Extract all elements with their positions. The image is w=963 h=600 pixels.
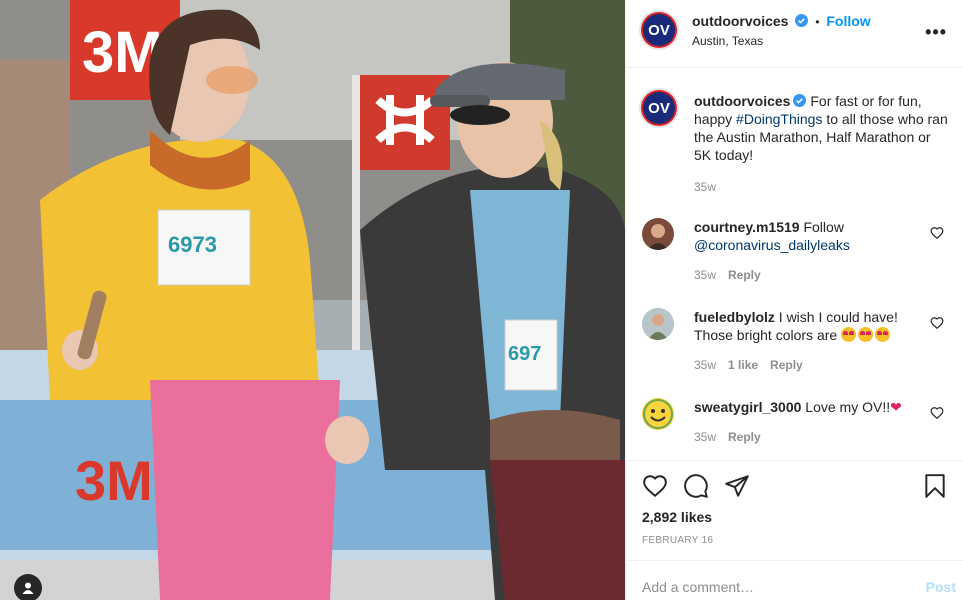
avatar-logo: OV bbox=[643, 14, 675, 46]
verified-badge-icon bbox=[793, 94, 807, 107]
author-avatar[interactable]: OV bbox=[639, 10, 679, 50]
comment-body: Follow bbox=[803, 219, 844, 235]
more-options-button[interactable]: ••• bbox=[925, 22, 947, 43]
heart-eyes-emoji-icon bbox=[875, 327, 891, 342]
comment-time[interactable]: 35w bbox=[694, 430, 716, 444]
comment-username[interactable]: sweatygirl_3000 bbox=[694, 399, 801, 415]
add-comment-bar: Add a comment… Post bbox=[626, 560, 963, 600]
comment-likes[interactable]: 1 like bbox=[728, 358, 758, 372]
bookmark-icon[interactable] bbox=[922, 473, 948, 499]
post-header: OV outdoorvoices • Follow Austin, Texas … bbox=[626, 0, 963, 68]
comment-like-heart-icon[interactable] bbox=[930, 226, 944, 240]
post-location[interactable]: Austin, Texas bbox=[692, 34, 763, 48]
hashtag-link[interactable]: #DoingThings bbox=[736, 111, 822, 127]
likes-count[interactable]: 2,892 likes bbox=[642, 509, 712, 525]
comment-row: courtney.m1519 Follow @coronavirus_daily… bbox=[626, 216, 963, 286]
comments-section[interactable]: OV outdoorvoices For fast or for fun, ha… bbox=[626, 68, 963, 460]
caption-row: OV outdoorvoices For fast or for fun, ha… bbox=[626, 84, 963, 204]
person-icon bbox=[22, 582, 34, 594]
red-heart-emoji-icon: ❤ bbox=[890, 399, 902, 415]
sponsor-banner-bottom: 3M bbox=[75, 449, 153, 512]
caption-username[interactable]: outdoorvoices bbox=[694, 93, 790, 109]
heart-eyes-emoji-icon bbox=[841, 327, 857, 342]
caption-avatar-logo: OV bbox=[643, 92, 675, 124]
post-comment-button[interactable]: Post bbox=[926, 579, 956, 595]
author-username[interactable]: outdoorvoices bbox=[692, 13, 788, 29]
commenter-avatar[interactable] bbox=[642, 398, 674, 430]
tag-people-button[interactable] bbox=[14, 574, 42, 600]
heart-eyes-emoji-icon bbox=[858, 327, 874, 342]
comment-time[interactable]: 35w bbox=[694, 268, 716, 282]
comment-icon[interactable] bbox=[683, 473, 709, 499]
verified-badge-icon bbox=[795, 14, 809, 27]
reply-button[interactable]: Reply bbox=[728, 430, 761, 444]
comment-like-heart-icon[interactable] bbox=[930, 316, 944, 330]
comment-row: sweatygirl_3000 Love my OV!!❤ 35w Reply bbox=[626, 396, 963, 460]
reply-button[interactable]: Reply bbox=[728, 268, 761, 282]
heart-icon[interactable] bbox=[642, 473, 668, 499]
commenter-avatar[interactable] bbox=[642, 218, 674, 250]
comment-text: sweatygirl_3000 Love my OV!!❤ bbox=[694, 398, 924, 416]
caption-avatar[interactable]: OV bbox=[639, 88, 679, 128]
comment-like-heart-icon[interactable] bbox=[930, 406, 944, 420]
reply-button[interactable]: Reply bbox=[770, 358, 803, 372]
post-photo[interactable]: 3M 3M 6973 697 bbox=[0, 0, 625, 600]
separator-dot: • bbox=[815, 15, 820, 29]
header-author-line: outdoorvoices • Follow bbox=[692, 13, 871, 29]
comment-body: Love my OV!! bbox=[805, 399, 891, 415]
comment-time[interactable]: 35w bbox=[694, 358, 716, 372]
mention-link[interactable]: @coronavirus_dailyleaks bbox=[694, 237, 850, 253]
comment-meta: 35w Reply bbox=[694, 268, 773, 282]
comment-row: fueledbylolz I wish I could have! Those … bbox=[626, 306, 963, 376]
add-comment-input[interactable]: Add a comment… bbox=[642, 579, 754, 595]
caption-time[interactable]: 35w bbox=[694, 180, 716, 194]
post-actions: 2,892 likes FEBRUARY 16 bbox=[626, 460, 963, 560]
post-side-panel: OV outdoorvoices • Follow Austin, Texas … bbox=[625, 0, 963, 600]
bib-left: 6973 bbox=[168, 232, 217, 257]
comment-username[interactable]: fueledbylolz bbox=[694, 309, 775, 325]
comment-username[interactable]: courtney.m1519 bbox=[694, 219, 800, 235]
share-icon[interactable] bbox=[724, 473, 750, 499]
comment-meta: 35w Reply bbox=[694, 430, 773, 444]
follow-button[interactable]: Follow bbox=[826, 13, 870, 29]
commenter-avatar[interactable] bbox=[642, 308, 674, 340]
comment-meta: 35w 1 like Reply bbox=[694, 358, 815, 372]
comment-text: courtney.m1519 Follow @coronavirus_daily… bbox=[694, 218, 924, 254]
bib-right: 697 bbox=[508, 343, 541, 365]
comment-text: fueledbylolz I wish I could have! Those … bbox=[694, 308, 924, 344]
caption-text: outdoorvoices For fast or for fun, happy… bbox=[694, 92, 949, 164]
post-date[interactable]: FEBRUARY 16 bbox=[642, 535, 713, 546]
